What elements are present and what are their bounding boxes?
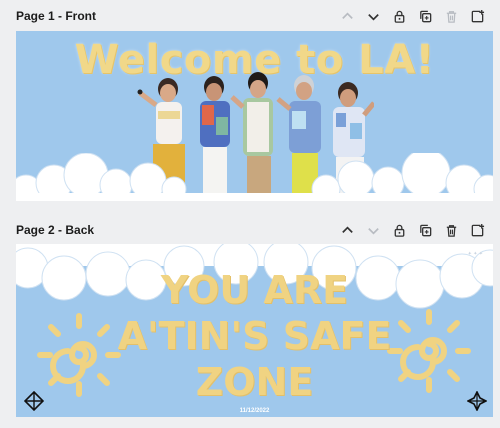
lock-icon: [394, 224, 405, 237]
trash-icon: [446, 224, 457, 237]
add-page-button[interactable]: [469, 8, 486, 25]
lock-icon: [394, 10, 405, 23]
move-page-down-button[interactable]: [365, 8, 382, 25]
duplicate-icon: [420, 10, 432, 22]
delete-page-button[interactable]: [443, 8, 460, 25]
page-1-title: Page 1 - Front: [16, 9, 97, 23]
page-1-canvas[interactable]: Welcome to LA!: [16, 31, 493, 201]
trash-icon: [446, 10, 457, 23]
page-2-title: Page 2 - Back: [16, 223, 95, 237]
move-page-up-button[interactable]: [339, 8, 356, 25]
delete-page-button[interactable]: [443, 222, 460, 239]
chevron-down-icon: [368, 13, 379, 21]
page-1-header: Page 1 - Front: [16, 5, 486, 27]
add-page-icon: [471, 223, 485, 236]
add-page-button[interactable]: [469, 222, 486, 239]
page-2-canvas[interactable]: ✦ ✦ ✦ YOU ARE A'TIN'S SAFE ZONE 11/12/20…: [16, 244, 493, 417]
lock-page-button[interactable]: [391, 8, 408, 25]
move-page-up-button[interactable]: [339, 222, 356, 239]
headline-line-3[interactable]: ZONE: [16, 360, 493, 404]
lock-page-button[interactable]: [391, 222, 408, 239]
headline-line-1[interactable]: YOU ARE: [16, 268, 493, 312]
chevron-down-icon: [368, 227, 379, 235]
move-page-down-button[interactable]: [365, 222, 382, 239]
chevron-up-icon: [342, 225, 353, 233]
corner-logo-right-icon: [467, 391, 487, 411]
watermark: ✦ ✦ ✦: [467, 251, 483, 257]
page-2-controls: [339, 222, 486, 239]
cloud-border-bottom: [16, 153, 493, 201]
add-page-icon: [471, 9, 485, 22]
corner-logo-left-icon: [24, 391, 44, 411]
duplicate-page-button[interactable]: [417, 222, 434, 239]
date-stamp[interactable]: 11/12/2022: [16, 408, 493, 414]
chevron-up-icon: [342, 11, 353, 19]
duplicate-page-button[interactable]: [417, 8, 434, 25]
page-2-header: Page 2 - Back: [16, 219, 486, 241]
headline-line-2[interactable]: A'TIN'S SAFE: [16, 314, 493, 358]
page-1-controls: [339, 8, 486, 25]
duplicate-icon: [420, 224, 432, 236]
